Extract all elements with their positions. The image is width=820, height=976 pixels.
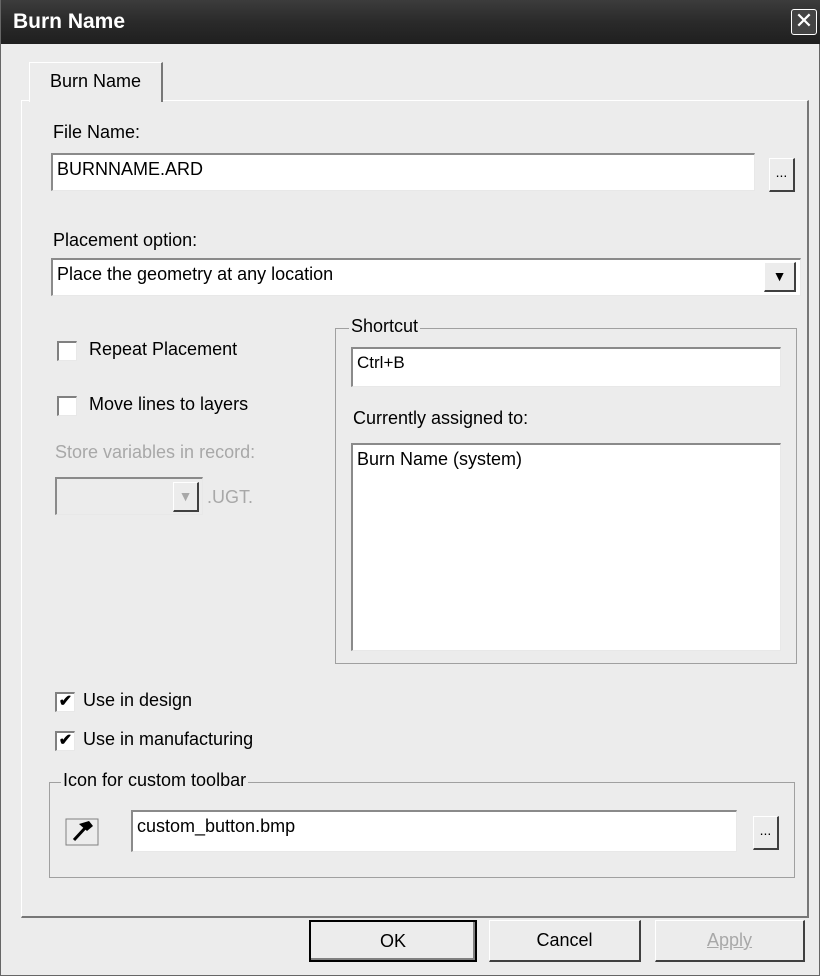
close-icon: ✕ <box>794 8 814 33</box>
placement-dropdown-button[interactable]: ▼ <box>764 262 796 292</box>
placement-label: Placement option: <box>53 230 198 250</box>
use-in-design-checkbox[interactable]: ✔ <box>55 692 75 712</box>
chevron-down-icon: ▼ <box>772 268 787 284</box>
ok-button[interactable]: OK <box>309 920 477 962</box>
ugt-suffix-label: .UGT. <box>207 487 254 507</box>
assigned-list[interactable]: Burn Name (system) <box>351 443 781 651</box>
repeat-placement-label[interactable]: Repeat Placement <box>89 339 237 360</box>
tab-burn-name[interactable]: Burn Name <box>29 62 163 102</box>
file-browse-button[interactable]: ... <box>769 158 795 192</box>
currently-assigned-label: Currently assigned to: <box>353 408 529 428</box>
icon-browse-button[interactable]: ... <box>753 816 779 850</box>
move-lines-checkbox[interactable] <box>57 396 77 416</box>
icon-group-label: Icon for custom toolbar <box>61 770 249 791</box>
placement-selected-value: Place the geometry at any location <box>57 264 334 284</box>
file-name-label: File Name: <box>53 122 141 142</box>
use-in-manufacturing-label[interactable]: Use in manufacturing <box>83 729 253 750</box>
move-lines-label[interactable]: Move lines to layers <box>89 394 248 415</box>
chevron-down-icon: ▼ <box>178 488 193 504</box>
repeat-placement-checkbox[interactable] <box>57 341 77 361</box>
dialog-window: Burn Name ✕ Burn Name File Name: BURNNAM… <box>0 0 820 976</box>
title-bar[interactable]: Burn Name ✕ <box>1 0 820 44</box>
store-variables-label: Store variables in record: <box>55 442 256 462</box>
list-item[interactable]: Burn Name (system) <box>357 449 776 470</box>
use-in-manufacturing-checkbox[interactable]: ✔ <box>55 731 75 751</box>
cancel-button[interactable]: Cancel <box>489 920 641 962</box>
checkmark-icon: ✔ <box>58 732 73 749</box>
shortcut-group-label: Shortcut <box>349 316 421 337</box>
icon-file-input[interactable]: custom_button.bmp <box>131 810 737 852</box>
apply-button[interactable]: Apply <box>655 920 805 962</box>
placement-select[interactable]: Place the geometry at any location <box>51 258 801 296</box>
close-button[interactable]: ✕ <box>791 9 817 35</box>
hammer-icon <box>65 818 99 846</box>
shortcut-input[interactable]: Ctrl+B <box>351 347 781 387</box>
file-name-input[interactable]: BURNNAME.ARD <box>51 153 755 191</box>
checkmark-icon: ✔ <box>58 693 73 710</box>
use-in-design-label[interactable]: Use in design <box>83 690 192 711</box>
window-title: Burn Name <box>13 10 126 33</box>
store-variables-dropdown-button[interactable]: ▼ <box>173 482 199 512</box>
